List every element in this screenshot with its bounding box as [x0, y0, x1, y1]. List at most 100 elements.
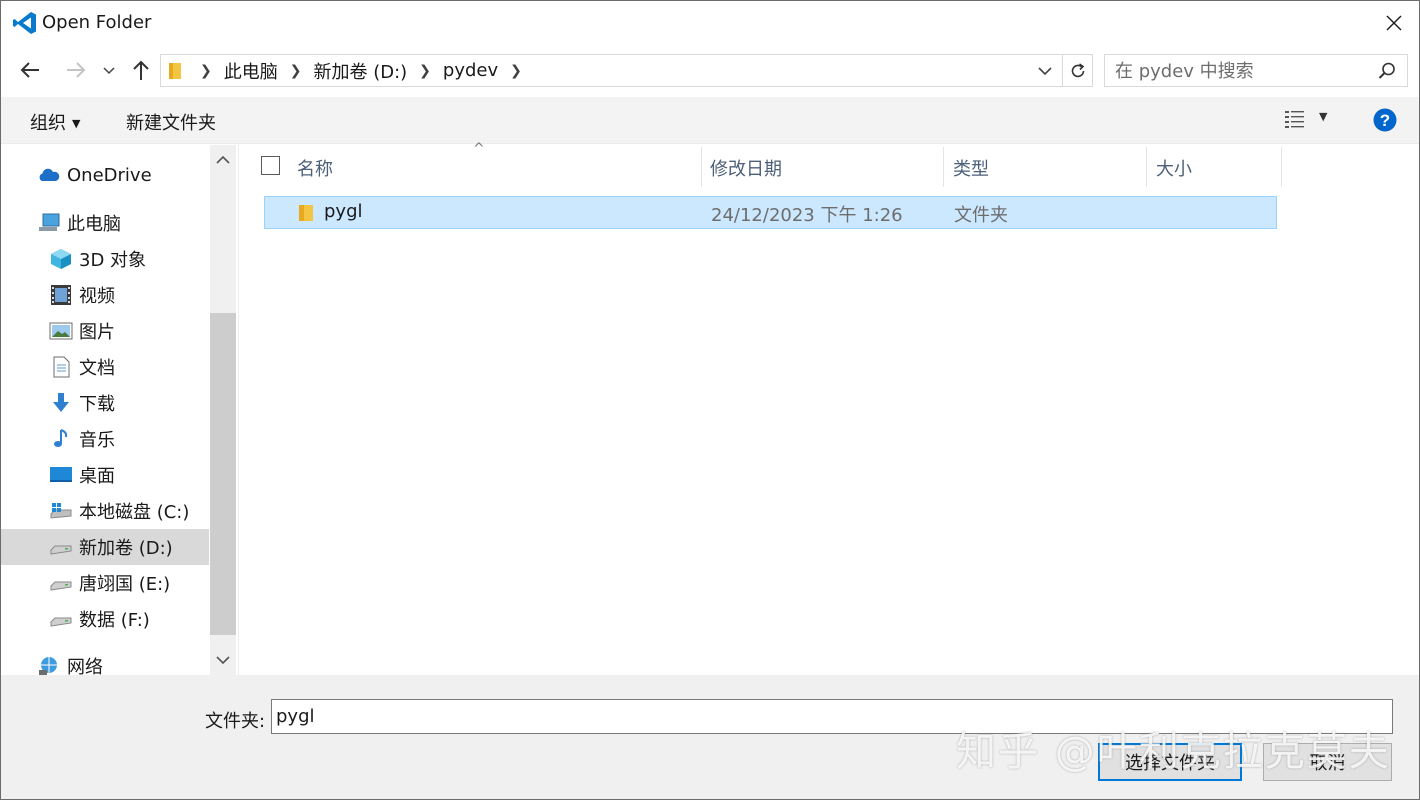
windows-drive-icon: [50, 503, 72, 519]
address-bar[interactable]: ❯ 此电脑 ❯ 新加卷 (D:) ❯ pydev ❯: [160, 54, 1093, 87]
nav-item-label: 3D 对象: [79, 250, 147, 271]
back-button[interactable]: [17, 57, 43, 83]
title-bar: Open Folder: [1, 1, 1419, 45]
nav-item-downloads[interactable]: 下载: [1, 385, 209, 421]
forward-button[interactable]: [63, 57, 89, 83]
column-header-name[interactable]: 名称: [297, 155, 333, 181]
music-icon: [54, 429, 68, 447]
nav-item-label: 文档: [79, 358, 115, 379]
svg-text:?: ?: [1380, 111, 1390, 130]
desktop-icon: [50, 467, 72, 482]
nav-item-label: OneDrive: [67, 164, 152, 186]
file-list: ^ 名称 修改日期 类型 大小 pygl 24/12/2023 下午 1:26 …: [238, 141, 1419, 675]
help-icon[interactable]: ?: [1373, 108, 1397, 132]
window-title: Open Folder: [42, 12, 152, 33]
view-options-caret-icon[interactable]: ▼: [1319, 110, 1327, 123]
arrow-up-icon: [133, 60, 149, 80]
chevron-down-icon: [216, 656, 230, 665]
scroll-up-button[interactable]: [210, 145, 236, 175]
folder-icon: [169, 62, 181, 79]
column-divider[interactable]: [1281, 147, 1282, 187]
nav-item-label: 图片: [79, 322, 115, 343]
file-row[interactable]: pygl 24/12/2023 下午 1:26 文件夹: [264, 196, 1277, 229]
network-icon: [39, 657, 57, 675]
chevron-up-icon: [216, 155, 230, 164]
nav-item-drive-e[interactable]: 唐翊国 (E:): [1, 565, 209, 601]
nav-item-drive-c[interactable]: 本地磁盘 (C:): [1, 493, 209, 529]
command-toolbar: 组织 ▼ 新建文件夹 ▼: [1, 97, 1419, 144]
nav-item-label: 音乐: [79, 430, 115, 451]
nav-item-onedrive[interactable]: OneDrive: [1, 157, 209, 193]
nav-item-drive-d[interactable]: 新加卷 (D:): [1, 529, 209, 565]
address-row: ❯ 此电脑 ❯ 新加卷 (D:) ❯ pydev ❯: [1, 49, 1419, 93]
drive-icon: [50, 617, 72, 627]
open-folder-dialog: Open Folder ❯ 此电脑 ❯ 新加卷 (D:) ❯ pydev ❯ 在…: [0, 0, 1420, 800]
nav-item-videos[interactable]: 视频: [1, 277, 209, 313]
computer-icon: [39, 213, 60, 231]
nav-item-pictures[interactable]: 图片: [1, 313, 209, 349]
nav-item-label: 下载: [79, 394, 115, 415]
folder-field-label: 文件夹:: [205, 711, 266, 732]
navigation-pane: OneDrive 此电脑 3D 对象 视频 图片 文档 下载 音乐 桌面 本地磁…: [1, 145, 237, 678]
chevron-right-icon: ❯: [419, 62, 431, 79]
nav-item-music[interactable]: 音乐: [1, 421, 209, 457]
nav-item-label: 唐翊国 (E:): [79, 574, 171, 595]
arrow-left-icon: [20, 62, 39, 78]
drive-icon: [50, 581, 72, 591]
nav-scrollbar[interactable]: [210, 145, 236, 675]
caret-down-icon: ▼: [72, 117, 81, 130]
search-box[interactable]: [1104, 54, 1408, 87]
column-divider[interactable]: [1146, 147, 1147, 187]
folder-icon: [299, 205, 313, 221]
column-divider[interactable]: [943, 147, 944, 187]
chevron-down-icon: [103, 67, 115, 75]
nav-item-this-pc[interactable]: 此电脑: [1, 205, 209, 241]
column-header-type[interactable]: 类型: [953, 155, 989, 181]
search-icon: [1378, 62, 1395, 79]
breadcrumb-drive-d[interactable]: 新加卷 (D:): [309, 58, 411, 84]
organize-label: 组织: [30, 113, 66, 134]
nav-item-label: 此电脑: [67, 214, 121, 235]
chevron-right-icon: ❯: [510, 62, 522, 79]
nav-item-drive-f[interactable]: 数据 (F:): [1, 601, 209, 637]
close-button[interactable]: [1369, 1, 1419, 45]
cancel-button[interactable]: 取消: [1263, 743, 1392, 781]
new-folder-button[interactable]: 新建文件夹: [126, 109, 216, 135]
nav-item-label: 数据 (F:): [79, 610, 150, 631]
refresh-button[interactable]: [1062, 55, 1092, 86]
chevron-down-icon: [1038, 67, 1052, 76]
organize-menu[interactable]: 组织 ▼: [30, 109, 80, 135]
nav-item-label: 视频: [79, 286, 115, 307]
address-dropdown-button[interactable]: [1034, 60, 1056, 82]
scroll-thumb[interactable]: [210, 313, 236, 635]
select-all-checkbox[interactable]: [261, 156, 280, 175]
close-icon: [1386, 15, 1402, 31]
column-header-size[interactable]: 大小: [1156, 155, 1192, 181]
nav-item-label: 新加卷 (D:): [79, 538, 173, 559]
select-folder-button[interactable]: 选择文件夹: [1098, 743, 1242, 781]
details-view-icon[interactable]: [1284, 108, 1306, 130]
vscode-icon: [13, 12, 36, 34]
nav-item-label: 本地磁盘 (C:): [79, 502, 190, 523]
nav-item-3d-objects[interactable]: 3D 对象: [1, 241, 209, 277]
scroll-down-button[interactable]: [210, 645, 236, 675]
column-header-row: ^ 名称 修改日期 类型 大小: [239, 141, 1419, 187]
recent-locations-button[interactable]: [98, 57, 120, 83]
download-icon: [53, 393, 69, 412]
refresh-icon: [1071, 62, 1084, 77]
nav-item-desktop[interactable]: 桌面: [1, 457, 209, 493]
column-header-modified[interactable]: 修改日期: [710, 155, 782, 181]
column-divider[interactable]: [701, 147, 702, 187]
video-icon: [51, 285, 71, 305]
breadcrumb-this-pc[interactable]: 此电脑: [220, 58, 282, 84]
chevron-right-icon: ❯: [200, 62, 212, 79]
nav-item-documents[interactable]: 文档: [1, 349, 209, 385]
breadcrumb-pydev[interactable]: pydev: [439, 60, 502, 81]
folder-name-input[interactable]: [271, 699, 1393, 734]
nav-item-label: 桌面: [79, 466, 115, 487]
arrow-right-icon: [67, 62, 86, 78]
search-input[interactable]: [1115, 60, 1365, 82]
up-button[interactable]: [128, 57, 154, 83]
footer-panel: 文件夹: 选择文件夹 取消: [1, 675, 1419, 799]
file-name: pygl: [324, 201, 363, 222]
